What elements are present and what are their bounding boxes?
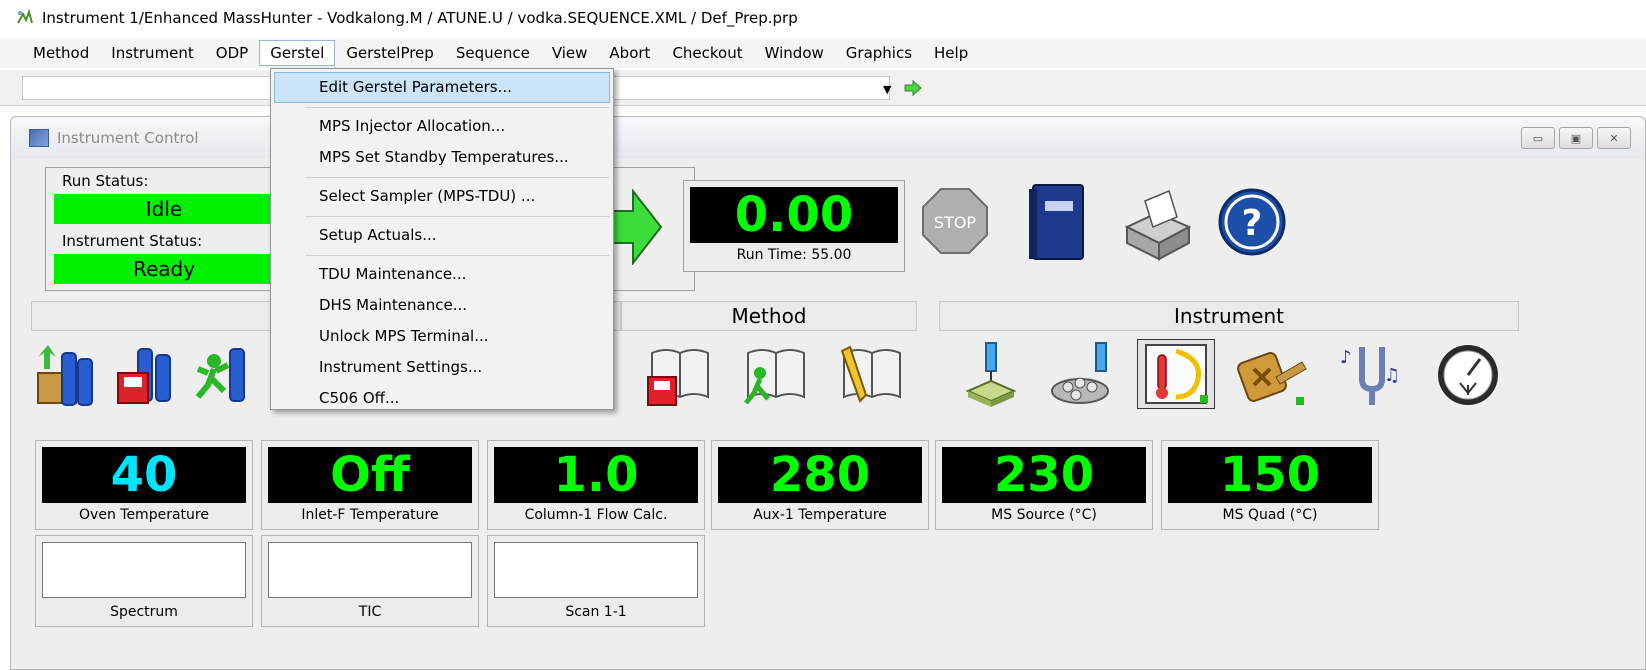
menu-odp[interactable]: ODP — [205, 40, 259, 66]
svg-text:?: ? — [1242, 203, 1263, 244]
injector-icon[interactable] — [951, 339, 1029, 409]
menu-bar: Method Instrument ODP Gerstel GerstelPre… — [0, 38, 1646, 68]
instrument-status-label: Instrument Status: — [62, 232, 203, 250]
oven-temperature-label: Oven Temperature — [79, 507, 209, 523]
gc-oven-icon[interactable] — [1137, 339, 1215, 409]
go-arrow-icon[interactable] — [903, 79, 923, 101]
section-instrument: Instrument — [939, 301, 1519, 331]
instrument-control-title: Instrument Control — [57, 129, 199, 147]
vacuum-gauge-icon[interactable] — [1429, 339, 1507, 409]
menu-checkout[interactable]: Checkout — [661, 40, 753, 66]
menu-gerstel[interactable]: Gerstel — [259, 40, 336, 66]
instrument-status-value: Ready — [54, 254, 274, 284]
autosampler-tray-icon[interactable] — [1043, 339, 1121, 409]
run-method-icon[interactable] — [737, 339, 815, 409]
menu-view[interactable]: View — [541, 40, 599, 66]
tune-fork-icon[interactable]: ♪ ♫ — [1329, 339, 1407, 409]
help-icon[interactable]: ? — [1217, 187, 1287, 261]
instrument-window-icon — [29, 129, 49, 147]
menu-separator — [271, 251, 613, 259]
instrument-control-window: Instrument Control ▭ ▣ ✕ Run Status: Idl… — [10, 116, 1646, 670]
menu-setup-actuals[interactable]: Setup Actuals... — [271, 220, 613, 251]
title-bar: Instrument 1/Enhanced MassHunter - Vodka… — [0, 0, 1646, 36]
tic-plot-area[interactable] — [268, 542, 472, 598]
menu-c506-off[interactable]: C506 Off... — [271, 383, 613, 414]
menu-select-sampler[interactable]: Select Sampler (MPS-TDU) ... — [271, 181, 613, 212]
menu-dhs-maintenance[interactable]: DHS Maintenance... — [271, 290, 613, 321]
run-time-label: Run Time: 55.00 — [736, 247, 852, 263]
menu-instrument[interactable]: Instrument — [100, 40, 205, 66]
column-flow-value: 1.0 — [494, 447, 698, 503]
toolbar: ▼ — [0, 70, 1646, 106]
ms-source-value: 230 — [942, 447, 1146, 503]
inlet-temperature-readout: Off Inlet-F Temperature — [261, 440, 479, 530]
gerstel-dropdown-menu: Edit Gerstel Parameters... MPS Injector … — [270, 68, 614, 410]
menu-mps-standby-temperatures[interactable]: MPS Set Standby Temperatures... — [271, 142, 613, 173]
combo-dropdown-arrow-icon[interactable]: ▼ — [883, 83, 891, 96]
menu-graphics[interactable]: Graphics — [835, 40, 923, 66]
menu-instrument-settings[interactable]: Instrument Settings... — [271, 352, 613, 383]
close-button[interactable]: ✕ — [1597, 127, 1631, 149]
menu-tdu-maintenance[interactable]: TDU Maintenance... — [271, 259, 613, 290]
stop-button[interactable]: STOP — [921, 187, 989, 259]
menu-separator — [271, 103, 613, 111]
logbook-icon[interactable] — [1025, 181, 1087, 267]
start-run-icon[interactable] — [611, 188, 663, 269]
section-method: Method — [621, 301, 917, 331]
ms-source-readout: 230 MS Source (°C) — [935, 440, 1153, 530]
run-time-value: 0.00 — [690, 187, 898, 243]
svg-text:♪: ♪ — [1340, 347, 1352, 368]
menu-unlock-mps-terminal[interactable]: Unlock MPS Terminal... — [271, 321, 613, 352]
aux-temperature-label: Aux-1 Temperature — [753, 507, 887, 523]
menu-abort[interactable]: Abort — [598, 40, 661, 66]
printer-icon[interactable] — [1117, 187, 1197, 267]
oven-temperature-value: 40 — [42, 447, 246, 503]
svg-text:♫: ♫ — [1384, 365, 1400, 386]
ms-source-icon[interactable] — [1233, 339, 1311, 409]
app-icon — [16, 8, 34, 27]
restore-button[interactable]: ▣ — [1559, 127, 1593, 149]
save-sequence-icon[interactable] — [111, 339, 189, 409]
instrument-control-titlebar: Instrument Control — [11, 117, 1645, 159]
save-method-icon[interactable] — [641, 339, 719, 409]
menu-method[interactable]: Method — [22, 40, 100, 66]
window-buttons: ▭ ▣ ✕ — [1521, 127, 1631, 149]
menu-gerstelprep[interactable]: GerstelPrep — [335, 40, 444, 66]
spectrum-plot-area[interactable] — [42, 542, 246, 598]
edit-method-icon[interactable] — [833, 339, 911, 409]
load-sequence-icon[interactable] — [31, 339, 109, 409]
tic-plot[interactable]: TIC — [261, 535, 479, 627]
spectrum-plot[interactable]: Spectrum — [35, 535, 253, 627]
run-status-label: Run Status: — [62, 172, 149, 190]
scan-plot[interactable]: Scan 1-1 — [487, 535, 705, 627]
run-status-value: Idle — [54, 194, 274, 224]
run-sequence-icon[interactable] — [191, 339, 269, 409]
stop-label: STOP — [934, 213, 977, 232]
column-flow-label: Column-1 Flow Calc. — [524, 507, 668, 523]
ms-quad-readout: 150 MS Quad (°C) — [1161, 440, 1379, 530]
menu-sequence[interactable]: Sequence — [445, 40, 541, 66]
aux-temperature-value: 280 — [718, 447, 922, 503]
menu-separator — [271, 173, 613, 181]
menu-separator — [271, 212, 613, 220]
spectrum-label: Spectrum — [110, 604, 178, 620]
menu-help[interactable]: Help — [923, 40, 979, 66]
menu-edit-gerstel-parameters[interactable]: Edit Gerstel Parameters... — [274, 72, 610, 103]
ms-quad-value: 150 — [1168, 447, 1372, 503]
column-flow-readout: 1.0 Column-1 Flow Calc. — [487, 440, 705, 530]
oven-temperature-readout: 40 Oven Temperature — [35, 440, 253, 530]
inlet-temperature-label: Inlet-F Temperature — [301, 507, 439, 523]
menu-window[interactable]: Window — [754, 40, 835, 66]
ms-quad-label: MS Quad (°C) — [1222, 507, 1318, 523]
menu-mps-injector-allocation[interactable]: MPS Injector Allocation... — [271, 111, 613, 142]
run-time-display: 0.00 Run Time: 55.00 — [683, 180, 905, 272]
ms-source-label: MS Source (°C) — [991, 507, 1097, 523]
minimize-button[interactable]: ▭ — [1521, 127, 1555, 149]
inlet-temperature-value: Off — [268, 447, 472, 503]
aux-temperature-readout: 280 Aux-1 Temperature — [711, 440, 929, 530]
window-title: Instrument 1/Enhanced MassHunter - Vodka… — [42, 9, 798, 27]
scan-plot-area[interactable] — [494, 542, 698, 598]
scan-label: Scan 1-1 — [565, 604, 627, 620]
tic-label: TIC — [358, 604, 382, 620]
